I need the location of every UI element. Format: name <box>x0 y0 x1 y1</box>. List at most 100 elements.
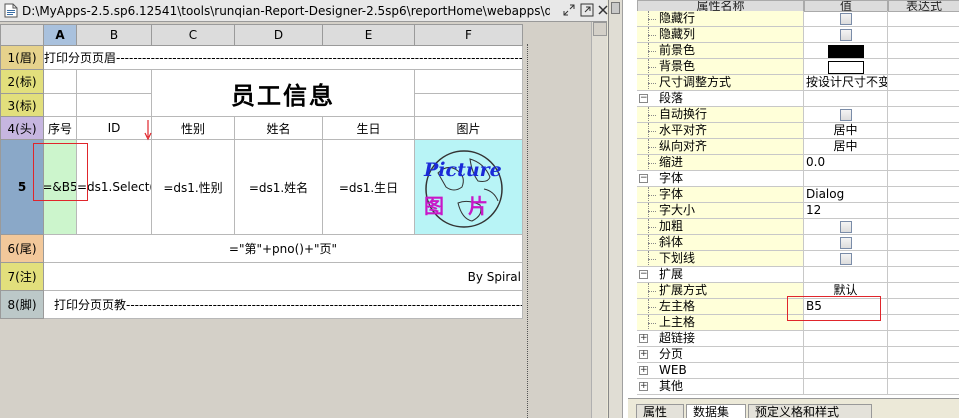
expand-icon[interactable]: + <box>639 334 648 343</box>
header-cell-a4[interactable]: 序号 <box>44 117 77 140</box>
property-row[interactable]: − 扩展 <box>637 267 959 283</box>
vertical-scrollbar[interactable] <box>591 22 607 418</box>
property-expression[interactable] <box>888 363 959 379</box>
property-value[interactable]: 居中 <box>804 139 888 155</box>
color-swatch[interactable] <box>827 44 864 58</box>
property-expression[interactable] <box>888 59 959 75</box>
property-checkbox[interactable] <box>839 237 852 249</box>
detail-cell-c5[interactable]: =ds1.性别 <box>152 140 235 235</box>
property-row[interactable]: 背景色 <box>637 59 959 75</box>
expand-icon[interactable]: + <box>639 382 648 391</box>
header-cell-d4[interactable]: 姓名 <box>235 117 323 140</box>
page-header-cell[interactable]: 打印分页页眉----------------------------------… <box>44 46 523 70</box>
page-number-cell[interactable]: ="第"+pno()+"页" <box>44 235 523 263</box>
property-checkbox[interactable] <box>839 29 852 41</box>
property-row[interactable]: 纵向对齐 居中 <box>637 139 959 155</box>
property-row[interactable]: 下划线 <box>637 251 959 267</box>
property-expression[interactable] <box>888 379 959 395</box>
note-cell[interactable]: By Spiral <box>44 263 523 291</box>
report-title-cell[interactable]: 员工信息 <box>152 70 415 117</box>
header-cell-b4[interactable]: ID <box>77 117 152 140</box>
property-expression[interactable] <box>888 267 959 283</box>
property-row[interactable]: 加粗 <box>637 219 959 235</box>
tab-predefined-styles[interactable]: 预定义格和样式 <box>748 404 872 418</box>
property-value[interactable] <box>804 251 888 267</box>
property-row[interactable]: 上主格 <box>637 315 959 331</box>
property-value[interactable] <box>804 107 888 123</box>
detail-cell-b5[interactable]: =ds1.Select( <box>77 140 152 235</box>
property-expression[interactable] <box>888 347 959 363</box>
property-row[interactable]: 前景色 <box>637 43 959 59</box>
property-checkbox[interactable] <box>839 109 852 121</box>
property-value[interactable] <box>804 27 888 43</box>
restore-icon[interactable] <box>562 3 576 17</box>
property-row[interactable]: + WEB <box>637 363 959 379</box>
row-header-6[interactable]: 6(尾) <box>0 235 44 263</box>
detail-cell-a5[interactable]: =&B5 <box>44 140 77 235</box>
property-value[interactable]: B5 <box>804 299 888 315</box>
property-value[interactable] <box>804 43 888 59</box>
cell-a2[interactable] <box>44 70 77 94</box>
property-expression[interactable] <box>888 219 959 235</box>
property-row[interactable]: 隐藏行 <box>637 11 959 27</box>
cell-f2[interactable] <box>415 70 523 94</box>
sheet-corner[interactable] <box>0 24 44 46</box>
property-row[interactable]: 缩进 0.0 <box>637 155 959 171</box>
property-row[interactable]: 字体 Dialog <box>637 187 959 203</box>
row-header-8[interactable]: 8(脚) <box>0 291 44 319</box>
column-header-b[interactable]: B <box>77 24 152 46</box>
property-row[interactable]: 斜体 <box>637 235 959 251</box>
column-header-e[interactable]: E <box>323 24 415 46</box>
property-row[interactable]: + 分页 <box>637 347 959 363</box>
property-value[interactable]: 默认 <box>804 283 888 299</box>
property-row[interactable]: 尺寸调整方式 按设计尺寸不变 <box>637 75 959 91</box>
row-header-4[interactable]: 4(头) <box>0 117 44 140</box>
header-cell-f4[interactable]: 图片 <box>415 117 523 140</box>
property-expression[interactable] <box>888 11 959 27</box>
property-value[interactable] <box>804 59 888 75</box>
property-expression[interactable] <box>888 171 959 187</box>
property-row[interactable]: 隐藏列 <box>637 27 959 43</box>
property-row[interactable]: + 其他 <box>637 379 959 395</box>
property-expression[interactable] <box>888 75 959 91</box>
property-value[interactable] <box>804 235 888 251</box>
column-header-d[interactable]: D <box>235 24 323 46</box>
property-expression[interactable] <box>888 299 959 315</box>
property-expression[interactable] <box>888 43 959 59</box>
property-scrollbar[interactable] <box>609 0 623 418</box>
property-row[interactable]: 自动换行 <box>637 107 959 123</box>
property-expression[interactable] <box>888 315 959 331</box>
scroll-up-arrow-icon[interactable] <box>593 22 607 36</box>
expand-icon[interactable]: + <box>639 366 648 375</box>
header-cell-c4[interactable]: 性别 <box>152 117 235 140</box>
tab-properties[interactable]: 属性 <box>636 404 684 418</box>
property-row[interactable]: 扩展方式 默认 <box>637 283 959 299</box>
cell-a3[interactable] <box>44 94 77 117</box>
row-header-1[interactable]: 1(眉) <box>0 46 44 70</box>
property-row[interactable]: 水平对齐 居中 <box>637 123 959 139</box>
row-header-2[interactable]: 2(标) <box>0 70 44 94</box>
collapse-icon[interactable]: − <box>639 174 648 183</box>
property-value[interactable]: 按设计尺寸不变 <box>804 75 888 91</box>
property-expression[interactable] <box>888 251 959 267</box>
property-row[interactable]: + 超链接 <box>637 331 959 347</box>
property-expression[interactable] <box>888 235 959 251</box>
row-header-7[interactable]: 7(注) <box>0 263 44 291</box>
property-row[interactable]: 左主格 B5 <box>637 299 959 315</box>
row-header-3[interactable]: 3(标) <box>0 94 44 117</box>
property-expression[interactable] <box>888 91 959 107</box>
collapse-icon[interactable]: − <box>639 270 648 279</box>
cell-f3[interactable] <box>415 94 523 117</box>
property-value[interactable]: 12 <box>804 203 888 219</box>
property-expression[interactable] <box>888 139 959 155</box>
scroll-thumb[interactable] <box>611 2 620 14</box>
row-header-5[interactable]: 5 <box>0 140 44 235</box>
color-swatch[interactable] <box>827 60 864 74</box>
property-value[interactable] <box>804 315 888 331</box>
collapse-icon[interactable]: − <box>639 94 648 103</box>
property-value[interactable] <box>804 11 888 27</box>
property-expression[interactable] <box>888 203 959 219</box>
cell-b2[interactable] <box>77 70 152 94</box>
maximize-icon[interactable] <box>580 3 594 17</box>
property-value[interactable]: Dialog <box>804 187 888 203</box>
